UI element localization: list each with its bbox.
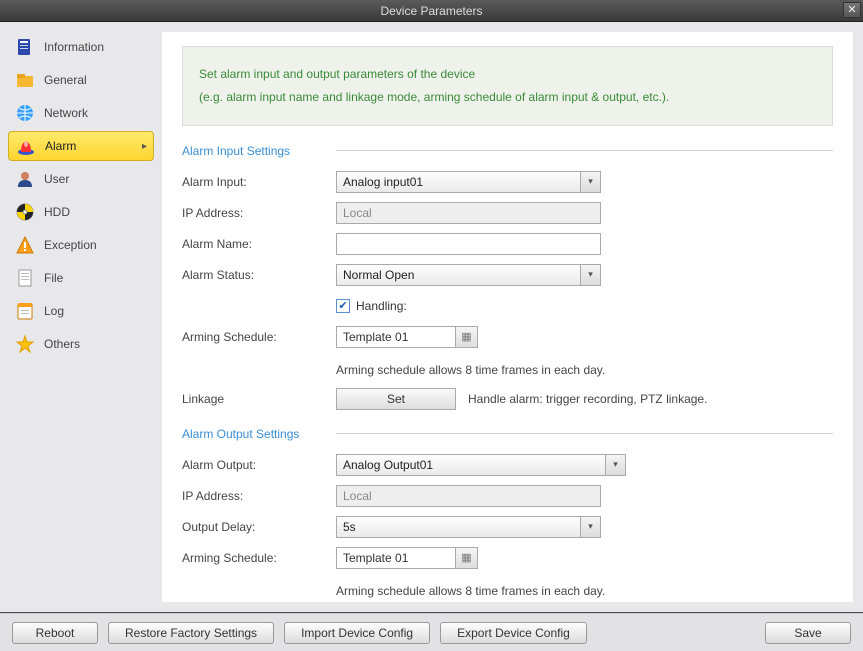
sidebar-item-general[interactable]: General [8, 65, 154, 95]
info-line1: Set alarm input and output parameters of… [199, 63, 816, 86]
section-alarm-input: Alarm Input Settings [182, 144, 833, 158]
sidebar-item-log[interactable]: Log [8, 296, 154, 326]
handling-checkbox[interactable]: ✔ [336, 299, 350, 313]
sidebar-item-file[interactable]: File [8, 263, 154, 293]
warning-icon [14, 234, 36, 256]
divider [336, 150, 833, 151]
main-panel: Set alarm input and output parameters of… [162, 32, 853, 602]
reboot-button[interactable]: Reboot [12, 622, 98, 644]
chevron-down-icon: ▾ [580, 172, 600, 192]
output-schedule-picker-button[interactable]: ▦ [456, 547, 478, 569]
sidebar-item-label: Others [44, 337, 80, 351]
linkage-hint: Handle alarm: trigger recording, PTZ lin… [468, 392, 707, 406]
divider [336, 433, 833, 434]
footer: Reboot Restore Factory Settings Import D… [0, 613, 863, 651]
alarm-status-select[interactable]: Normal Open ▾ [336, 264, 601, 286]
sidebar-item-label: Exception [44, 238, 97, 252]
alarm-output-select[interactable]: Analog Output01 ▾ [336, 454, 626, 476]
file-icon [14, 267, 36, 289]
output-delay-select[interactable]: 5s ▾ [336, 516, 601, 538]
sidebar-item-label: Alarm [45, 139, 76, 153]
calendar-icon: ▦ [461, 551, 471, 564]
alarm-input-label: Alarm Input: [182, 175, 336, 189]
arming-schedule-label: Arming Schedule: [182, 330, 336, 344]
sidebar-item-exception[interactable]: Exception [8, 230, 154, 260]
alarm-name-label: Alarm Name: [182, 237, 336, 251]
output-ip-field: Local [336, 485, 601, 507]
output-schedule-hint: Arming schedule allows 8 time frames in … [336, 584, 605, 598]
chevron-down-icon: ▾ [605, 455, 625, 475]
alarm-input-value: Analog input01 [343, 175, 423, 189]
restore-factory-button[interactable]: Restore Factory Settings [108, 622, 274, 644]
sidebar-item-label: User [44, 172, 69, 186]
globe-icon [14, 102, 36, 124]
arming-schedule-field[interactable]: Template 01 [336, 326, 456, 348]
output-delay-label: Output Delay: [182, 520, 336, 534]
output-delay-value: 5s [343, 520, 356, 534]
handling-label: Handling: [356, 299, 407, 313]
alarm-input-select[interactable]: Analog input01 ▾ [336, 171, 601, 193]
schedule-hint: Arming schedule allows 8 time frames in … [336, 363, 605, 377]
sidebar-item-label: Information [44, 40, 104, 54]
window-title: Device Parameters [380, 4, 482, 18]
schedule-picker-button[interactable]: ▦ [456, 326, 478, 348]
sidebar-item-label: File [44, 271, 63, 285]
sidebar-item-user[interactable]: User [8, 164, 154, 194]
sidebar-item-label: Log [44, 304, 64, 318]
ip-address-value: Local [343, 206, 372, 220]
sidebar-item-others[interactable]: Others [8, 329, 154, 359]
star-icon [14, 333, 36, 355]
calendar-icon: ▦ [461, 330, 471, 343]
sidebar-item-label: General [44, 73, 87, 87]
sidebar: Information General Network Alarm ▸ [0, 22, 158, 612]
linkage-set-button[interactable]: Set [336, 388, 456, 410]
close-icon: ✕ [847, 4, 856, 16]
sidebar-item-information[interactable]: Information [8, 32, 154, 62]
folder-icon [14, 69, 36, 91]
arming-schedule-value: Template 01 [343, 330, 408, 344]
close-button[interactable]: ✕ [843, 2, 861, 18]
save-button[interactable]: Save [765, 622, 851, 644]
user-icon [14, 168, 36, 190]
alarm-output-value: Analog Output01 [343, 458, 433, 472]
chevron-down-icon: ▾ [580, 517, 600, 537]
export-config-button[interactable]: Export Device Config [440, 622, 587, 644]
ip-address-field: Local [336, 202, 601, 224]
output-schedule-field[interactable]: Template 01 [336, 547, 456, 569]
info-box: Set alarm input and output parameters of… [182, 46, 833, 126]
section-title: Alarm Output Settings [182, 427, 336, 441]
chevron-right-icon: ▸ [142, 141, 147, 152]
linkage-label: Linkage [182, 392, 336, 406]
alarm-name-input[interactable] [343, 237, 594, 251]
sidebar-item-label: HDD [44, 205, 70, 219]
import-config-button[interactable]: Import Device Config [284, 622, 430, 644]
sidebar-item-hdd[interactable]: HDD [8, 197, 154, 227]
info-line2: (e.g. alarm input name and linkage mode,… [199, 86, 816, 109]
titlebar: Device Parameters ✕ [0, 0, 863, 22]
sidebar-item-alarm[interactable]: Alarm ▸ [8, 131, 154, 161]
linkage-button-label: Set [387, 392, 405, 406]
info-icon [14, 36, 36, 58]
output-ip-value: Local [343, 489, 372, 503]
sidebar-item-label: Network [44, 106, 88, 120]
alarm-icon [15, 135, 37, 157]
alarm-output-label: Alarm Output: [182, 458, 336, 472]
output-ip-label: IP Address: [182, 489, 336, 503]
alarm-status-value: Normal Open [343, 268, 414, 282]
output-schedule-label: Arming Schedule: [182, 551, 336, 565]
ip-address-label: IP Address: [182, 206, 336, 220]
output-schedule-value: Template 01 [343, 551, 408, 565]
chevron-down-icon: ▾ [580, 265, 600, 285]
log-icon [14, 300, 36, 322]
alarm-status-label: Alarm Status: [182, 268, 336, 282]
section-title: Alarm Input Settings [182, 144, 336, 158]
alarm-name-field[interactable] [336, 233, 601, 255]
section-alarm-output: Alarm Output Settings [182, 427, 833, 441]
sidebar-item-network[interactable]: Network [8, 98, 154, 128]
hdd-icon [14, 201, 36, 223]
